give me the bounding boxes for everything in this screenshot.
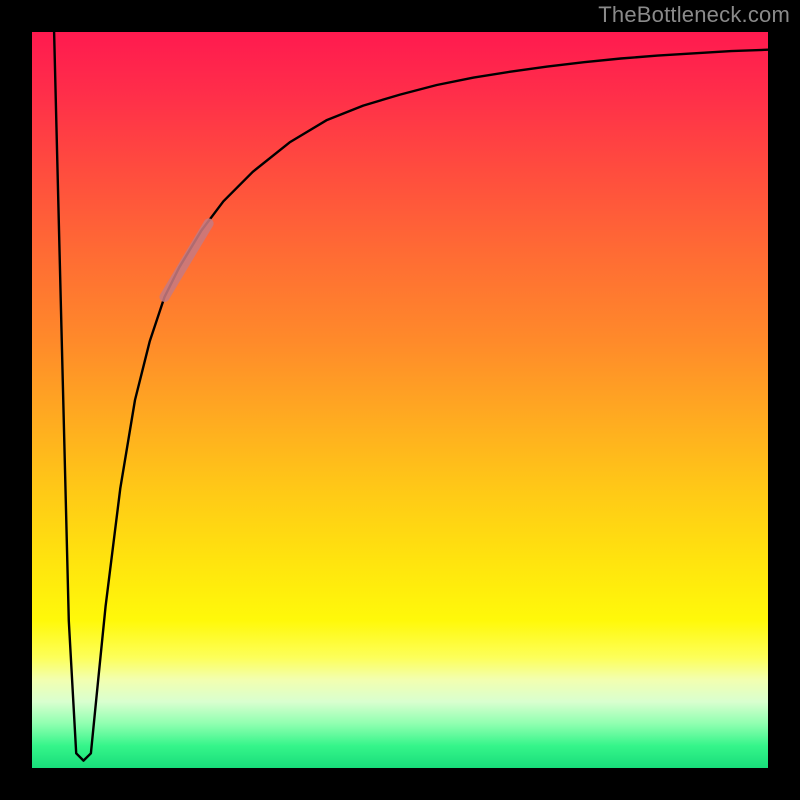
- bottleneck-curve-path: [54, 32, 768, 761]
- watermark-text: TheBottleneck.com: [598, 2, 790, 28]
- plot-area: [32, 32, 768, 768]
- chart-frame: TheBottleneck.com: [0, 0, 800, 800]
- curve-svg: [32, 32, 768, 768]
- highlight-segment: [165, 223, 209, 297]
